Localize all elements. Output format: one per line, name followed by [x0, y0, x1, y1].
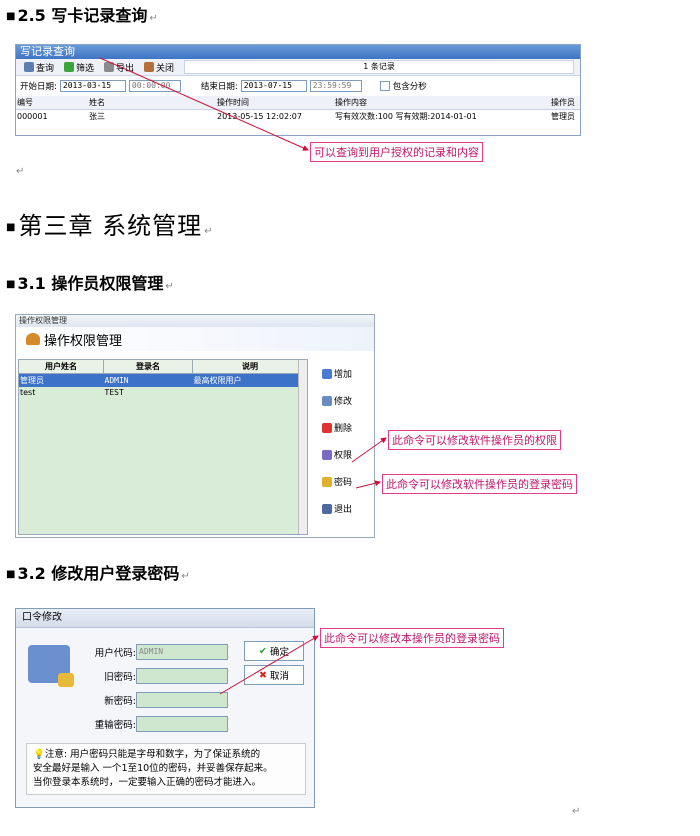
arrow-password — [355, 480, 381, 489]
arrow-query — [99, 57, 309, 151]
arrow-permission — [351, 437, 387, 463]
callout-arrows — [99, 57, 387, 695]
arrow-change-password — [219, 635, 319, 695]
